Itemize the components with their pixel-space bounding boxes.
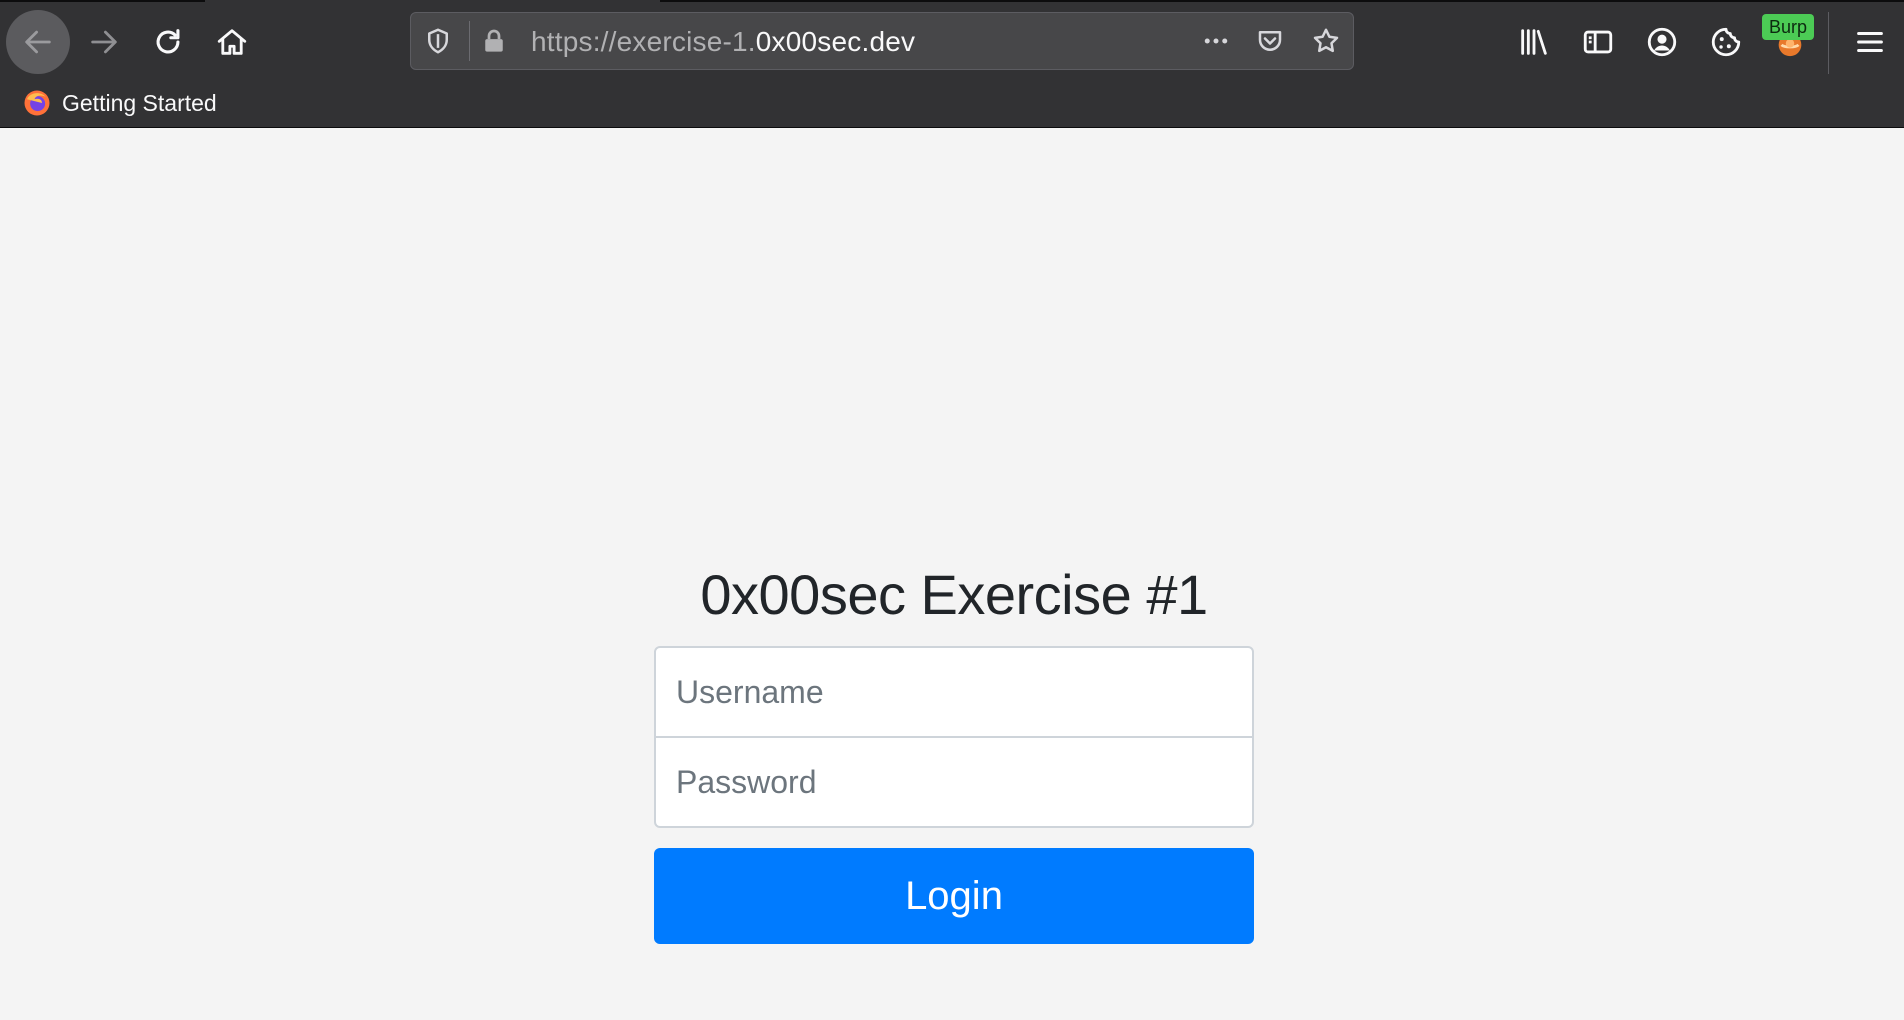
forward-button[interactable] — [72, 10, 136, 74]
home-button[interactable] — [200, 10, 264, 74]
url-separator — [469, 21, 470, 61]
forward-icon — [91, 30, 117, 54]
reload-icon — [156, 29, 180, 54]
pocket-button[interactable] — [1253, 24, 1287, 58]
url-host: 0x00sec.dev — [755, 26, 916, 57]
firefox-icon — [24, 90, 50, 116]
back-icon — [25, 30, 51, 54]
lock-icon — [485, 29, 503, 52]
account-icon — [1647, 27, 1677, 57]
reload-button[interactable] — [136, 10, 200, 74]
sidebar-button[interactable] — [1578, 22, 1618, 62]
url-text[interactable]: https://exercise-1.0x00sec.dev — [531, 26, 915, 58]
tracking-protection-button[interactable] — [421, 24, 455, 58]
star-icon — [1313, 28, 1339, 53]
login-button[interactable]: Login — [654, 848, 1254, 944]
login-form: 0x00sec Exercise #1 Login — [654, 560, 1254, 944]
cookie-icon — [1711, 27, 1741, 57]
back-button[interactable] — [6, 10, 70, 74]
url-bar[interactable]: https://exercise-1.0x00sec.dev — [410, 12, 1354, 70]
menu-button[interactable] — [1850, 22, 1890, 62]
bookmark-getting-started[interactable]: Getting Started — [22, 86, 217, 120]
bookmark-star-button[interactable] — [1309, 24, 1343, 58]
url-prefix: https://exercise-1. — [531, 26, 756, 57]
account-button[interactable] — [1642, 22, 1682, 62]
tab-indicator — [0, 0, 205, 2]
page-actions-button[interactable] — [1199, 24, 1233, 58]
page-title: 0x00sec Exercise #1 — [700, 563, 1208, 626]
bookmark-label: Getting Started — [62, 89, 217, 116]
cookie-extension-button[interactable] — [1706, 22, 1746, 62]
menu-icon — [1857, 31, 1883, 53]
browser-chrome: https://exercise-1.0x00sec.dev Burp Gett… — [0, 0, 1904, 128]
site-info-button[interactable] — [477, 24, 511, 58]
tab-indicator — [660, 0, 1904, 2]
library-button[interactable] — [1514, 22, 1554, 62]
password-input[interactable] — [654, 736, 1254, 828]
username-input[interactable] — [654, 646, 1254, 738]
pocket-icon — [1258, 31, 1282, 51]
shield-icon — [428, 28, 448, 54]
library-icon — [1521, 29, 1547, 55]
home-icon — [217, 29, 247, 55]
more-icon — [1204, 38, 1228, 44]
toolbar-divider — [1828, 12, 1829, 74]
burp-badge: Burp — [1762, 14, 1815, 40]
sidebar-icon — [1583, 30, 1613, 54]
